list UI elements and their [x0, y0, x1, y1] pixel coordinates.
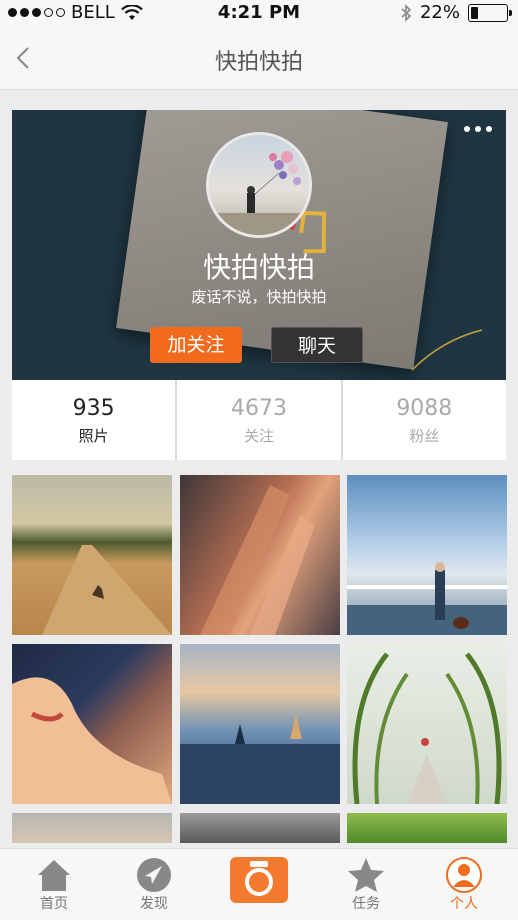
photo-leaves[interactable] [347, 813, 507, 843]
photo-temples-dusk[interactable] [180, 644, 340, 804]
status-bar: BELL 4:21 PM 22% [0, 0, 518, 26]
photo-woman-face[interactable] [12, 644, 172, 804]
tab-profile[interactable]: 个人 [424, 849, 504, 913]
page-title: 快拍快拍 [214, 50, 303, 75]
star-icon [348, 858, 384, 892]
battery-icon [468, 3, 512, 22]
photo-green-tunnel[interactable] [347, 644, 507, 804]
tab-home[interactable]: 首页 [14, 849, 94, 913]
profile-bio: 废话不说，快拍快拍 [191, 288, 327, 306]
stat-value: 4673 [230, 396, 287, 421]
tab-label: 任务 [352, 896, 380, 912]
stat-value: 935 [72, 396, 115, 421]
stat-label: 照片 [78, 427, 109, 445]
profile-name: 快拍快拍 [202, 251, 315, 284]
stat-label: 关注 [243, 427, 274, 445]
camera-button[interactable] [230, 857, 288, 903]
home-icon [38, 860, 70, 891]
tab-label: 个人 [450, 896, 478, 912]
photo-legs-shadow[interactable] [180, 475, 340, 635]
photo-desert-road[interactable] [12, 475, 172, 635]
person-icon [446, 857, 482, 893]
tab-discover[interactable]: 发现 [114, 849, 194, 913]
stat-followers[interactable]: 9088 粉丝 [343, 380, 506, 460]
profile-header: 快拍快拍 废话不说，快拍快拍 加关注 聊天 [12, 110, 506, 380]
chat-button[interactable]: 聊天 [271, 327, 363, 363]
stat-following[interactable]: 4673 关注 [177, 380, 343, 460]
follow-button[interactable]: 加关注 [150, 327, 242, 363]
camera-icon [245, 861, 273, 896]
tab-label: 首页 [40, 896, 68, 912]
stat-photos[interactable]: 935 照片 [12, 380, 178, 460]
compass-icon [137, 858, 171, 892]
tab-label: 发现 [140, 896, 168, 912]
photo-twigs[interactable] [180, 813, 340, 843]
battery-percent: 22% [419, 2, 460, 23]
stat-value: 9088 [396, 396, 453, 421]
profile-stats: 935 照片 4673 关注 9088 粉丝 [12, 380, 506, 460]
bluetooth-icon [401, 3, 412, 22]
more-options-icon[interactable] [464, 126, 492, 132]
tab-bar: 首页 发现 任务 个人 [0, 848, 518, 920]
navigation-bar: 快拍快拍 [0, 26, 518, 90]
tab-tasks[interactable]: 任务 [326, 849, 406, 913]
thread-decoration [412, 329, 483, 371]
photo-beach[interactable] [12, 813, 172, 843]
stat-label: 粉丝 [409, 427, 440, 445]
avatar[interactable] [206, 132, 312, 238]
photo-man-railing[interactable] [347, 475, 507, 635]
